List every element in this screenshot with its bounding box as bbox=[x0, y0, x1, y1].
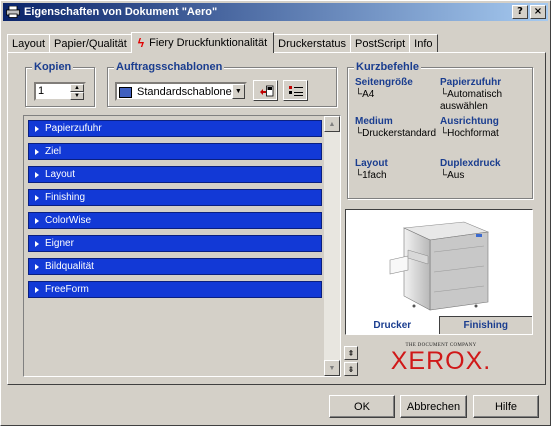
feature-row-owner[interactable]: Eigner bbox=[28, 235, 322, 252]
feature-list-scrollbar[interactable]: ▲ ▼ bbox=[324, 116, 340, 376]
printer-illustration bbox=[389, 221, 490, 311]
copies-value[interactable]: 1 bbox=[36, 84, 70, 99]
expand-arrow-icon bbox=[35, 240, 39, 247]
shortcut-value-text: Druckerstandard bbox=[362, 128, 437, 139]
printer-preview: Drucker Finishing bbox=[345, 209, 533, 335]
feature-row-label: Papierzufuhr bbox=[45, 123, 102, 134]
expand-arrow-icon bbox=[35, 194, 39, 201]
feature-row-label: ColorWise bbox=[45, 215, 92, 226]
fiery-flame-icon: ϟ bbox=[137, 36, 145, 50]
shortcut-value: └Druckerstandard bbox=[355, 128, 437, 139]
load-template-icon bbox=[259, 85, 273, 96]
preview-tabs: Drucker Finishing bbox=[346, 316, 532, 334]
chevron-down-icon[interactable]: ▼ bbox=[231, 84, 245, 99]
shortcut-key: Layout bbox=[355, 158, 388, 169]
feature-row-label: Layout bbox=[45, 169, 76, 180]
expand-arrow-icon bbox=[35, 263, 39, 270]
shortcuts-title: Kurzbefehle bbox=[354, 61, 421, 73]
expand-arrow-icon bbox=[35, 125, 39, 132]
stepper-down-icon[interactable]: ▼ bbox=[70, 92, 84, 100]
feature-row-destination[interactable]: Ziel bbox=[28, 143, 322, 160]
shortcut-value: └Automatisch auswählen bbox=[440, 89, 503, 112]
tab-fiery[interactable]: ϟ Fiery Druckfunktionalität bbox=[130, 32, 275, 53]
shortcuts-group: Kurzbefehle Seitengröße └A4 Papierzufuhr… bbox=[347, 61, 533, 199]
shortcut-key: Ausrichtung bbox=[440, 116, 499, 127]
properties-dialog: Eigenschaften von Dokument "Aero" ? × La… bbox=[0, 0, 551, 426]
tab-fiery-label: Fiery Druckfunktionalität bbox=[149, 37, 268, 49]
feature-row-finishing[interactable]: Finishing bbox=[28, 189, 322, 206]
shortcut-value-text: A4 bbox=[362, 89, 375, 100]
template-select[interactable]: Standardschablone ▼ bbox=[115, 82, 247, 101]
monitor-icon bbox=[119, 86, 132, 98]
tab-postscript[interactable]: PostScript bbox=[350, 34, 411, 52]
help-title-button[interactable]: ? bbox=[512, 5, 528, 19]
shortcut-key: Seitengröße bbox=[355, 77, 413, 88]
help-button[interactable]: Hilfe bbox=[473, 395, 539, 418]
feature-row-colorwise[interactable]: ColorWise bbox=[28, 212, 322, 229]
shortcut-value-text: Automatisch auswählen bbox=[440, 89, 503, 112]
feature-row-layout[interactable]: Layout bbox=[28, 166, 322, 183]
stepper-up-icon[interactable]: ▲ bbox=[70, 84, 84, 92]
cancel-button[interactable]: Abbrechen bbox=[400, 395, 467, 418]
tab-printer-status[interactable]: Druckerstatus bbox=[273, 34, 352, 52]
feature-row-label: FreeForm bbox=[45, 284, 89, 295]
template-list-icon bbox=[288, 85, 303, 96]
feature-row-label: Ziel bbox=[45, 146, 62, 157]
feature-row-label: Eigner bbox=[45, 238, 74, 249]
preview-tab-printer[interactable]: Drucker bbox=[346, 316, 439, 334]
tab-paper-quality[interactable]: Papier/Qualität bbox=[49, 34, 132, 52]
manage-templates-button[interactable] bbox=[283, 80, 308, 101]
copies-stepper[interactable]: 1 ▲ ▼ bbox=[34, 82, 86, 101]
expand-arrow-icon bbox=[35, 217, 39, 224]
shortcut-key: Papierzufuhr bbox=[440, 77, 502, 88]
shortcut-value-text: Hochformat bbox=[447, 128, 499, 139]
templates-label: Auftragsschablonen bbox=[114, 61, 225, 73]
expand-arrow-icon bbox=[35, 286, 39, 293]
expand-arrow-icon bbox=[35, 171, 39, 178]
load-template-button[interactable] bbox=[253, 80, 278, 101]
tab-layout[interactable]: Layout bbox=[7, 34, 51, 52]
collapse-all-icon[interactable]: ⇞ bbox=[344, 346, 358, 360]
scroll-down-icon[interactable]: ▼ bbox=[324, 360, 340, 376]
xerox-wordmark: XEROX. bbox=[390, 347, 492, 375]
feature-row-freeform[interactable]: FreeForm bbox=[28, 281, 322, 298]
expand-all-icon[interactable]: ⇟ bbox=[344, 362, 358, 376]
feature-row-label: Finishing bbox=[45, 192, 86, 203]
title-bar: Eigenschaften von Dokument "Aero" ? × bbox=[3, 3, 548, 21]
shortcut-key: Medium bbox=[355, 116, 393, 127]
close-button[interactable]: × bbox=[530, 5, 546, 19]
tab-strip: Layout Papier/Qualität ϟ Fiery Druckfunk… bbox=[7, 32, 438, 53]
tab-info[interactable]: Info bbox=[409, 34, 438, 52]
feature-row-paper-source[interactable]: Papierzufuhr bbox=[28, 120, 322, 137]
feature-row-image-quality[interactable]: Bildqualität bbox=[28, 258, 322, 275]
shortcut-value-text: Aus bbox=[447, 170, 465, 181]
feature-row-label: Bildqualität bbox=[45, 261, 94, 272]
copies-label: Kopien bbox=[32, 61, 74, 73]
shortcut-value-text: 1fach bbox=[362, 170, 387, 181]
shortcut-key: Duplexdruck bbox=[440, 158, 501, 169]
scroll-up-icon[interactable]: ▲ bbox=[324, 116, 340, 132]
feature-list: Papierzufuhr Ziel Layout Finishing Color… bbox=[23, 115, 341, 377]
shortcut-value: └1fach bbox=[355, 170, 387, 181]
template-select-value: Standardschablone bbox=[137, 85, 232, 98]
preview-tab-finishing[interactable]: Finishing bbox=[438, 316, 532, 334]
ok-button[interactable]: OK bbox=[329, 395, 395, 418]
shortcut-value: └Aus bbox=[440, 170, 465, 181]
shortcut-value: └A4 bbox=[355, 89, 375, 100]
window-title: Eigenschaften von Dokument "Aero" bbox=[24, 6, 218, 18]
template-select-value-wrap: Standardschablone bbox=[117, 86, 232, 98]
xerox-logo: THE DOCUMENT COMPANY XEROX. bbox=[381, 343, 501, 379]
printer-icon bbox=[6, 5, 20, 18]
expand-arrow-icon bbox=[35, 148, 39, 155]
shortcut-value: └Hochformat bbox=[440, 128, 499, 139]
